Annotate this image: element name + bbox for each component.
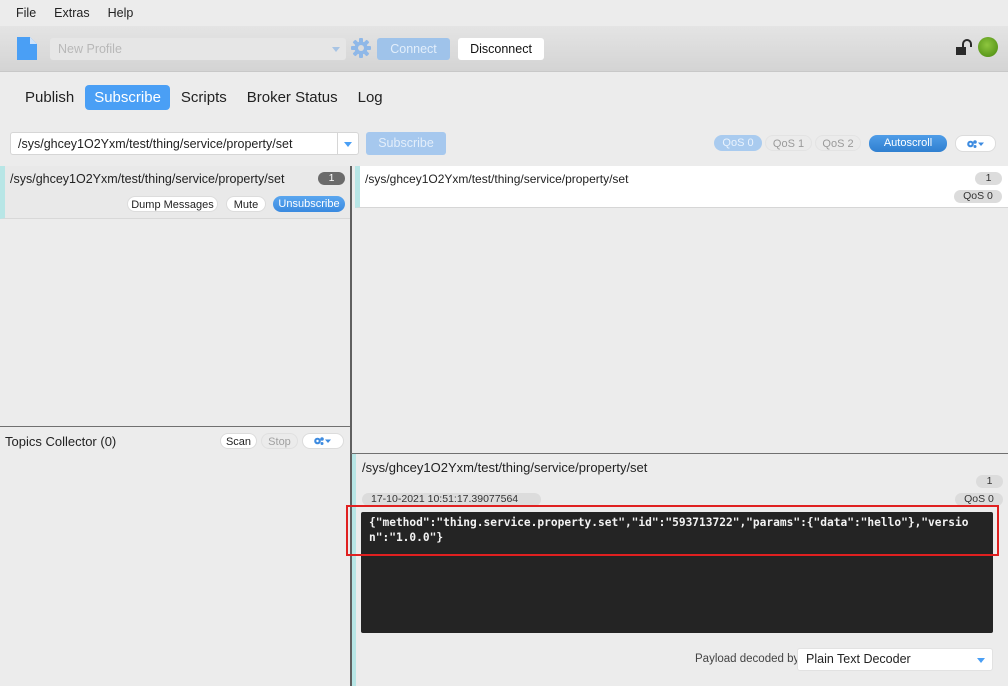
topic-input[interactable]: /sys/ghcey1O2Yxm/test/thing/service/prop… — [10, 132, 359, 155]
disconnect-button[interactable]: Disconnect — [458, 38, 544, 60]
chevron-down-icon[interactable] — [344, 142, 352, 147]
qos0-toggle[interactable]: QoS 0 — [714, 135, 762, 151]
profile-select-value: New Profile — [58, 42, 122, 56]
tab-subscribe[interactable]: Subscribe — [85, 84, 170, 110]
message-count-badge: 1 — [318, 172, 345, 185]
profile-select[interactable]: New Profile — [50, 38, 346, 60]
qos1-toggle[interactable]: QoS 1 — [765, 135, 812, 151]
menu-extras[interactable]: Extras — [54, 6, 89, 20]
topic-input-value: /sys/ghcey1O2Yxm/test/thing/service/prop… — [18, 137, 293, 151]
mute-button[interactable]: Mute — [226, 196, 266, 212]
tab-scripts[interactable]: Scripts — [172, 85, 236, 110]
message-topic: /sys/ghcey1O2Yxm/test/thing/service/prop… — [365, 172, 629, 186]
subscription-item[interactable]: /sys/ghcey1O2Yxm/test/thing/service/prop… — [0, 166, 350, 219]
qos2-toggle[interactable]: QoS 2 — [815, 135, 861, 151]
decoder-select-value: Plain Text Decoder — [806, 652, 911, 666]
gears-dropdown-icon — [314, 437, 331, 445]
gears-dropdown-icon — [966, 139, 984, 148]
unsubscribe-button[interactable]: Unsubscribe — [273, 196, 345, 212]
subscribe-button[interactable]: Subscribe — [366, 132, 446, 155]
tab-log[interactable]: Log — [349, 85, 392, 110]
unlock-icon — [956, 39, 972, 55]
menu-file[interactable]: File — [16, 6, 36, 20]
scan-button[interactable]: Scan — [220, 433, 257, 449]
detail-topic: /sys/ghcey1O2Yxm/test/thing/service/prop… — [362, 460, 648, 475]
gear-icon[interactable] — [351, 38, 371, 58]
decoder-select[interactable]: Plain Text Decoder — [797, 648, 993, 671]
tab-publish[interactable]: Publish — [16, 85, 83, 110]
menu-bar: File Extras Help — [0, 0, 1008, 26]
message-qos-badge: QoS 0 — [954, 190, 1002, 203]
menu-help[interactable]: Help — [108, 6, 134, 20]
tab-broker-status[interactable]: Broker Status — [238, 85, 347, 110]
message-number-badge: 1 — [975, 172, 1002, 185]
main-tabs: Publish Subscribe Scripts Broker Status … — [16, 84, 394, 110]
panel-divider[interactable] — [0, 426, 351, 427]
chevron-down-icon — [332, 47, 340, 52]
new-file-icon[interactable] — [17, 37, 37, 60]
detail-number-badge: 1 — [976, 475, 1003, 488]
payload-viewer[interactable]: {"method":"thing.service.property.set","… — [361, 512, 993, 633]
decoder-label: Payload decoded by — [695, 653, 800, 665]
combo-separator — [337, 133, 338, 154]
message-list-item[interactable]: /sys/ghcey1O2Yxm/test/thing/service/prop… — [355, 166, 1008, 208]
collector-settings-button[interactable] — [302, 433, 344, 449]
connection-status-indicator — [978, 37, 998, 57]
subscriptions-panel: /sys/ghcey1O2Yxm/test/thing/service/prop… — [0, 166, 350, 427]
autoscroll-toggle[interactable]: Autoscroll — [869, 135, 947, 152]
dump-messages-button[interactable]: Dump Messages — [127, 196, 218, 212]
message-timestamp: 17-10-2021 10:51:17.39077564 — [362, 493, 541, 506]
detail-qos-badge: QoS 0 — [955, 493, 1003, 506]
settings-menu-button[interactable] — [955, 135, 996, 152]
topics-collector-title: Topics Collector (0) — [5, 434, 117, 449]
connect-button[interactable]: Connect — [377, 38, 450, 60]
connection-toolbar: New Profile Connect Disconnect — [0, 26, 1008, 72]
chevron-down-icon — [977, 658, 985, 663]
stop-button[interactable]: Stop — [261, 433, 298, 449]
subscription-topic: /sys/ghcey1O2Yxm/test/thing/service/prop… — [10, 172, 285, 186]
